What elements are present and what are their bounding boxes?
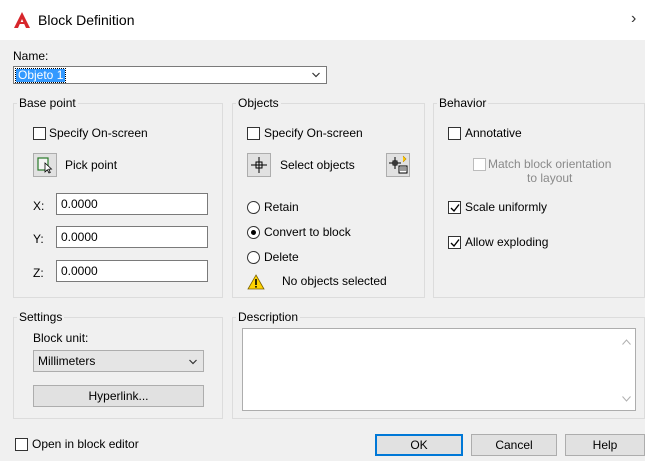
settings-title: Settings [17, 310, 65, 324]
base-point-specify-onscreen-label: Specify On-screen [49, 126, 148, 140]
objects-specify-onscreen-checkbox[interactable] [247, 127, 260, 140]
window-title: Block Definition [38, 12, 135, 28]
allow-exploding-label: Allow exploding [465, 235, 549, 249]
ok-button[interactable]: OK [375, 434, 463, 456]
convert-to-block-radio[interactable] [247, 226, 260, 239]
match-orientation-checkbox[interactable] [473, 158, 486, 171]
name-value[interactable]: Objeto 1 [14, 68, 67, 83]
allow-exploding-checkbox[interactable] [448, 236, 461, 249]
autocad-logo-icon [14, 12, 30, 28]
delete-label: Delete [264, 250, 299, 264]
block-unit-label: Block unit: [33, 331, 89, 345]
scale-uniformly-checkbox[interactable] [448, 201, 461, 214]
delete-radio[interactable] [247, 251, 260, 264]
select-objects-button[interactable] [247, 153, 271, 177]
select-objects-icon [251, 157, 267, 173]
objects-specify-onscreen-label: Specify On-screen [264, 126, 363, 140]
convert-to-block-label: Convert to block [264, 225, 351, 239]
block-unit-select[interactable]: Millimeters [33, 350, 204, 372]
quick-select-icon [389, 155, 408, 174]
retain-label: Retain [264, 200, 299, 214]
open-in-block-editor-checkbox[interactable] [15, 438, 28, 451]
behavior-title: Behavior [437, 96, 489, 110]
scroll-up-icon[interactable] [622, 339, 631, 345]
annotative-checkbox[interactable] [448, 127, 461, 140]
annotative-label: Annotative [465, 126, 522, 140]
scroll-down-icon[interactable] [622, 396, 631, 402]
hyperlink-button[interactable]: Hyperlink... [33, 385, 204, 407]
block-unit-value: Millimeters [38, 354, 96, 368]
objects-status: No objects selected [282, 274, 387, 288]
quick-select-button[interactable] [386, 153, 410, 177]
help-button[interactable]: Help [565, 434, 645, 456]
warning-icon [247, 274, 265, 290]
open-in-block-editor-label: Open in block editor [32, 437, 139, 451]
pick-point-button[interactable] [33, 153, 57, 177]
close-icon[interactable]: › [631, 10, 636, 28]
description-title: Description [236, 310, 301, 324]
x-label: X: [33, 199, 45, 213]
retain-radio[interactable] [247, 201, 260, 214]
cancel-button[interactable]: Cancel [471, 434, 557, 456]
pick-point-icon [37, 157, 53, 174]
name-combo[interactable]: Objeto 1 [13, 66, 327, 84]
x-field[interactable]: 0.0000 [56, 193, 208, 215]
checkmark-icon [450, 204, 460, 213]
z-label: Z: [33, 266, 44, 280]
chevron-down-icon[interactable] [189, 358, 197, 366]
pick-point-label: Pick point [65, 158, 118, 172]
base-point-specify-onscreen-checkbox[interactable] [33, 127, 46, 140]
base-point-title: Base point [17, 96, 78, 110]
y-label: Y: [33, 232, 44, 246]
description-field[interactable] [242, 328, 636, 411]
scale-uniformly-label: Scale uniformly [465, 200, 548, 214]
chevron-down-icon[interactable] [312, 71, 320, 79]
checkmark-icon [450, 239, 460, 248]
select-objects-label: Select objects [280, 158, 355, 172]
objects-title: Objects [236, 96, 281, 110]
z-field[interactable]: 0.0000 [56, 260, 208, 282]
match-orientation-label: Match block orientation to layout [488, 157, 612, 185]
name-label: Name: [13, 49, 49, 63]
y-field[interactable]: 0.0000 [56, 226, 208, 248]
